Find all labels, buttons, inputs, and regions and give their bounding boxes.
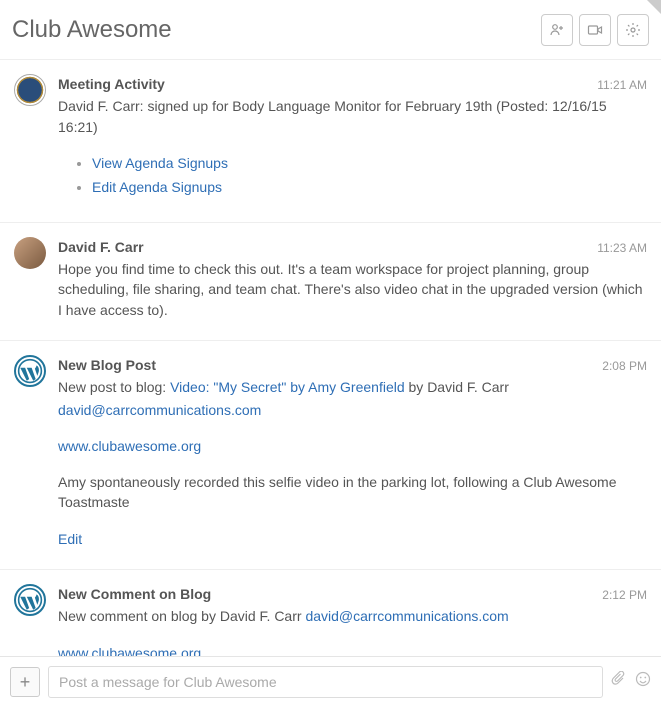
post-time: 11:23 AM — [597, 240, 647, 257]
post-new-blog: New Blog Post 2:08 PM New post to blog: … — [0, 341, 661, 570]
plus-icon: + — [20, 673, 31, 691]
header-buttons — [541, 14, 649, 46]
sender-name: Meeting Activity — [58, 74, 597, 94]
post-message: New post to blog: Video: "My Secret" by … — [58, 377, 647, 549]
person-plus-icon — [549, 22, 565, 38]
attach-file-button[interactable] — [611, 671, 627, 692]
add-people-button[interactable] — [541, 14, 573, 46]
link-edit[interactable]: Edit — [58, 531, 82, 547]
composer-bar: + — [0, 656, 661, 706]
avatar-david-carr — [14, 237, 46, 269]
wordpress-icon — [17, 587, 43, 613]
smile-icon — [635, 671, 651, 687]
video-icon — [587, 22, 603, 38]
message-feed[interactable]: Meeting Activity 11:21 AM David F. Carr:… — [0, 60, 661, 656]
post-time: 11:21 AM — [597, 77, 647, 94]
link-edit-agenda[interactable]: Edit Agenda Signups — [92, 179, 222, 195]
add-attachment-button[interactable]: + — [10, 667, 40, 697]
settings-button[interactable] — [617, 14, 649, 46]
post-meeting-activity: Meeting Activity 11:21 AM David F. Carr:… — [0, 60, 661, 223]
sender-name: New Comment on Blog — [58, 584, 602, 604]
gear-icon — [625, 22, 641, 38]
header-bar: Club Awesome — [0, 0, 661, 60]
post-time: 2:08 PM — [602, 358, 647, 375]
link-email[interactable]: david@carrcommunications.com — [58, 402, 261, 418]
sender-name: New Blog Post — [58, 355, 602, 375]
link-blog-title[interactable]: Video: "My Secret" by Amy Greenfield — [170, 379, 405, 395]
link-view-agenda[interactable]: View Agenda Signups — [92, 155, 228, 171]
post-message: Hope you find time to check this out. It… — [58, 259, 647, 320]
avatar-meeting-activity — [14, 74, 46, 106]
corner-fold-icon — [647, 0, 661, 14]
post-new-comment: New Comment on Blog 2:12 PM New comment … — [0, 570, 661, 656]
room-title: Club Awesome — [12, 16, 541, 44]
post-david-carr: David F. Carr 11:23 AM Hope you find tim… — [0, 223, 661, 341]
avatar-wordpress — [14, 584, 46, 616]
emoji-button[interactable] — [635, 671, 651, 692]
paperclip-icon — [611, 671, 627, 687]
link-email[interactable]: david@carrcommunications.com — [305, 608, 508, 624]
post-message: New comment on blog by David F. Carr dav… — [58, 606, 647, 656]
link-site[interactable]: www.clubawesome.org — [58, 645, 201, 656]
post-message: David F. Carr: signed up for Body Langua… — [58, 96, 647, 199]
avatar-wordpress — [14, 355, 46, 387]
compose-input[interactable] — [48, 666, 603, 698]
wordpress-icon — [17, 358, 43, 384]
post-time: 2:12 PM — [602, 587, 647, 604]
link-site[interactable]: www.clubawesome.org — [58, 438, 201, 454]
video-call-button[interactable] — [579, 14, 611, 46]
sender-name: David F. Carr — [58, 237, 597, 257]
